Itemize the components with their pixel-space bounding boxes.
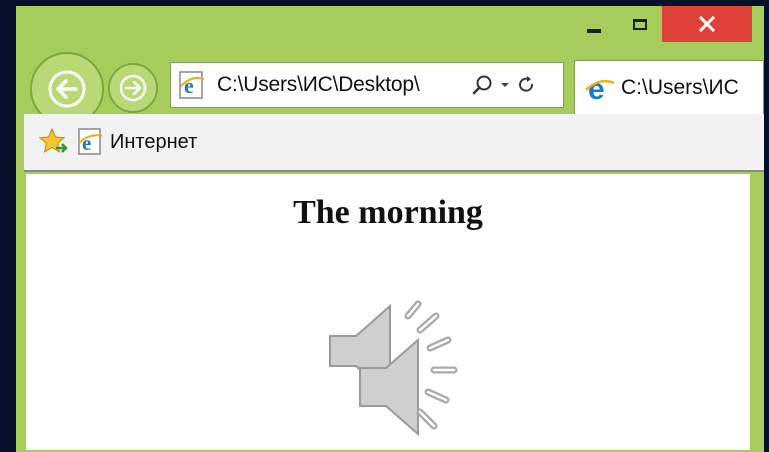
refresh-icon[interactable] [517, 75, 537, 95]
address-bar[interactable]: e C:\Users\ИС\Desktop\ [170, 62, 564, 108]
maximize-icon [633, 18, 647, 30]
close-icon [699, 16, 715, 32]
arrow-left-icon [48, 70, 86, 108]
svg-text:e: e [588, 73, 605, 103]
speaker-icon[interactable] [308, 296, 478, 446]
chevron-down-icon[interactable] [499, 79, 511, 91]
address-input[interactable]: C:\Users\ИС\Desktop\ [217, 73, 463, 97]
ie-page-icon: e [179, 71, 205, 99]
star-icon[interactable] [38, 126, 70, 158]
maximize-button[interactable] [618, 6, 662, 42]
close-button[interactable] [662, 6, 752, 42]
favorites-item-label[interactable]: Интернет [110, 131, 197, 154]
arrow-right-icon [119, 74, 147, 102]
page-content: The morning [26, 174, 750, 450]
svg-text:e: e [82, 131, 91, 155]
search-icon[interactable] [471, 74, 493, 96]
minimize-icon [587, 29, 601, 33]
forward-button[interactable] [108, 63, 158, 113]
page-heading: The morning [293, 194, 483, 231]
tab-label: C:\Users\ИС [621, 75, 739, 99]
minimize-button[interactable] [572, 6, 616, 42]
browser-window: e C:\Users\ИС\Desktop\ e C:\Users\ИС e И… [16, 6, 764, 452]
ie-logo-icon: e [585, 73, 615, 103]
tab-active[interactable]: e C:\Users\ИС [574, 60, 764, 114]
ie-page-icon: e [78, 128, 103, 155]
favorites-bar: e Интернет [24, 114, 764, 172]
svg-text:e: e [184, 73, 194, 98]
